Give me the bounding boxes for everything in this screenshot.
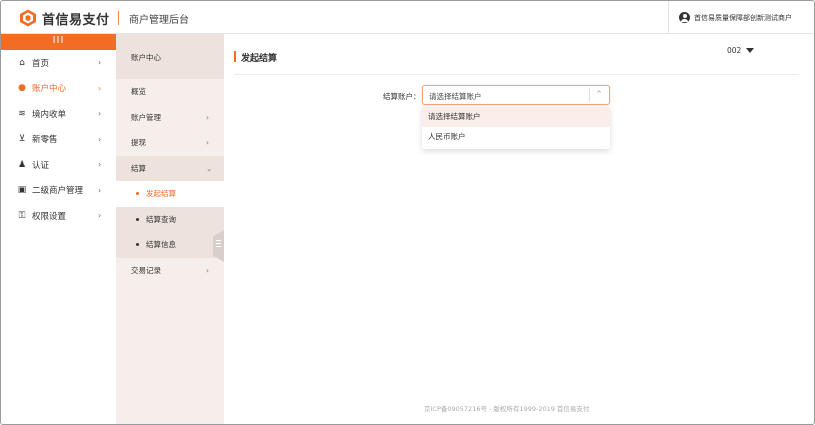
sidebar-item-label: 认证	[32, 160, 50, 171]
submenu-item-settlement[interactable]: 结算 ⌄	[116, 155, 224, 181]
bullet-icon	[136, 243, 139, 247]
brand-logo-icon	[20, 9, 36, 27]
submenu-leaf-label: 结算查询	[146, 214, 176, 224]
dropdown-option[interactable]: 人民币账户	[422, 127, 610, 147]
header-divider	[118, 11, 119, 25]
submenu-item-account-management[interactable]: 账户管理 ›	[116, 105, 224, 131]
sidebar-item-domestic-acquiring[interactable]: ≋ 境内收单 ›	[1, 101, 116, 127]
caret-down-icon	[746, 48, 755, 53]
person-icon: ♟	[17, 159, 27, 170]
sidebar-item-sub-merchant[interactable]: ▣ 二级商户管理 ›	[1, 178, 116, 204]
account-code-select[interactable]: 002	[727, 46, 755, 55]
sidebar-item-label: 境内收单	[32, 109, 67, 120]
user-icon: ●	[18, 83, 26, 94]
main-content: 发起结算 002 结算账户： 请选择结算账户 ^ 请选择结算账户 人民币账户 京…	[224, 34, 814, 424]
submenu-leaf-initiate-settlement[interactable]: 发起结算	[116, 181, 224, 207]
chevron-right-icon: ›	[98, 109, 102, 118]
submenu-leaf-settlement-query[interactable]: 结算查询	[116, 206, 224, 232]
chevron-up-icon: ^	[596, 90, 602, 98]
key-icon: ⚿	[18, 210, 26, 221]
select-placeholder: 请选择结算账户	[429, 92, 482, 101]
chevron-right-icon: ›	[98, 58, 102, 67]
chevron-right-icon: ›	[98, 83, 102, 93]
chevron-right-icon: ›	[98, 185, 102, 195]
sidebar-item-label: 新零售	[32, 135, 58, 146]
submenu-item-label: 结算	[131, 163, 146, 173]
home-icon: ⌂	[19, 57, 25, 68]
page-title: 发起结算	[241, 54, 278, 64]
sidebar-item-label: 账户中心	[32, 84, 67, 95]
secondary-menu: 账户中心 概览 账户管理 › 提现 › 结算 ⌄ 发起结算 结算查询 结算信息	[116, 34, 224, 424]
sidebar-item-label: 首页	[32, 58, 50, 69]
app-window: 首信易支付 商户管理后台 首信易质量保障部创新测试商户 III ⌂ 首页 › ●…	[0, 0, 815, 425]
settlement-account-label: 结算账户：	[383, 92, 421, 101]
select-divider	[589, 88, 590, 102]
user-menu[interactable]: 首信易质量保障部创新测试商户	[668, 1, 814, 34]
settlement-account-select[interactable]: 请选择结算账户 ^	[422, 85, 610, 105]
sidebar-item-home[interactable]: ⌂ 首页 ›	[1, 50, 116, 76]
stack-icon: ≋	[18, 108, 26, 119]
sidebar-item-permissions[interactable]: ⚿ 权限设置 ›	[1, 203, 116, 229]
brand-name: 首信易支付	[42, 12, 110, 28]
sidebar-item-new-retail[interactable]: ⊻ 新零售 ›	[1, 127, 116, 153]
main-sidebar: III ⌂ 首页 › ● 账户中心 › ≋ 境内收单 › ⊻ 新零售 › ♟ 认…	[1, 34, 116, 424]
brand-logo[interactable]: 首信易支付	[19, 7, 110, 29]
sidebar-item-label: 权限设置	[32, 211, 67, 222]
submenu-item-label: 交易记录	[131, 265, 161, 275]
chevron-right-icon: ›	[98, 211, 102, 220]
chevron-right-icon: ›	[98, 160, 102, 169]
bullet-icon	[136, 192, 139, 196]
chevron-right-icon: ›	[206, 112, 209, 122]
submenu-item-overview[interactable]: 概览	[116, 79, 224, 105]
user-name: 首信易质量保障部创新测试商户	[694, 13, 792, 22]
submenu-item-label: 概览	[131, 87, 146, 97]
submenu-item-transactions[interactable]: 交易记录 ›	[116, 258, 224, 284]
account-code-value: 002	[727, 46, 742, 55]
sidebar-item-label: 二级商户管理	[32, 186, 84, 197]
chevron-right-icon: ›	[206, 138, 209, 147]
chevron-right-icon: ›	[98, 134, 102, 144]
sidebar-item-certification[interactable]: ♟ 认证 ›	[1, 152, 116, 178]
chevron-right-icon: ›	[206, 265, 209, 275]
dropdown-option[interactable]: 请选择结算账户	[422, 107, 610, 127]
top-header: 首信易支付 商户管理后台 首信易质量保障部创新测试商户	[1, 1, 814, 34]
submenu-item-label: 提现	[131, 138, 146, 148]
sidebar-item-account-center[interactable]: ● 账户中心 ›	[1, 76, 116, 102]
grip-icon	[216, 240, 221, 241]
page-title-bar: 发起结算	[234, 49, 799, 75]
submenu-item-label: 账户管理	[131, 112, 161, 122]
sidebar-collapse-toggle[interactable]: III	[1, 34, 116, 50]
submenu-leaf-label: 发起结算	[146, 189, 176, 199]
header-subtitle: 商户管理后台	[129, 15, 189, 26]
user-avatar-icon	[679, 12, 690, 23]
submenu-item-withdraw[interactable]: 提现 ›	[116, 130, 224, 156]
title-accent-bar	[234, 51, 236, 62]
bullet-icon	[136, 217, 139, 221]
id-card-icon: ▣	[17, 185, 27, 196]
chevron-down-icon: ⌄	[206, 163, 213, 173]
footer-copyright: 京ICP备09057216号 - 版权所有1999-2019 首信易支付	[424, 405, 590, 413]
submenu-leaf-settlement-info[interactable]: 结算信息	[116, 232, 224, 258]
settlement-account-dropdown: 请选择结算账户 人民币账户	[422, 107, 610, 149]
cart-icon: ⊻	[18, 134, 26, 145]
secondary-menu-title: 账户中心	[116, 34, 224, 79]
submenu-leaf-label: 结算信息	[146, 240, 176, 250]
